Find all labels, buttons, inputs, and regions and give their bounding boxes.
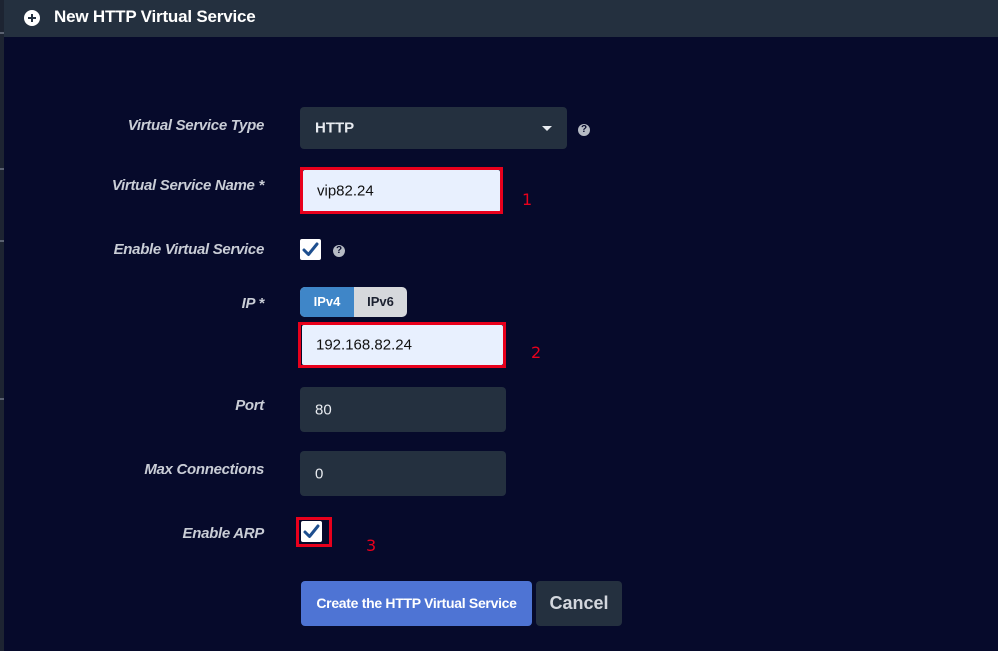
left-edge-strip [0,0,4,651]
create-http-virtual-service-button[interactable]: Create the HTTP Virtual Service [301,581,532,626]
enable-virtual-service-checkbox[interactable] [300,239,321,260]
virtual-service-type-label: Virtual Service Type [127,117,265,134]
virtual-service-name-label: Virtual Service Name * [111,177,264,194]
ipv4-option[interactable]: IPv4 [300,287,354,317]
annotation-number: 1 [522,190,533,209]
plus-circle-icon [24,10,40,26]
port-label: Port [235,397,264,414]
edge-mark [0,398,4,400]
max-connections-label: Max Connections [144,461,264,478]
ipv6-option[interactable]: IPv6 [354,287,407,317]
question-circle-icon[interactable]: ? [333,245,345,257]
dialog-title: New HTTP Virtual Service [54,7,256,26]
enable-virtual-service-label: Enable Virtual Service [113,241,265,258]
port-value: 80 [315,401,332,418]
highlight-box [300,167,503,214]
max-connections-value: 0 [315,465,324,482]
dialog-header: New HTTP Virtual Service [4,0,998,37]
port-input[interactable]: 80 [300,387,506,432]
chevron-down-icon [542,126,552,131]
virtual-service-type-select[interactable]: HTTP [300,107,567,149]
annotation-number: 2 [531,343,542,362]
checkmark-icon [302,242,319,256]
enable-arp-label: Enable ARP [182,525,265,542]
cancel-button[interactable]: Cancel [536,581,622,626]
virtual-service-type-value: HTTP [315,119,355,137]
annotation-number: 3 [366,536,377,555]
max-connections-input[interactable]: 0 [300,451,506,496]
ip-label: IP * [241,295,265,312]
highlight-box [298,322,506,368]
question-circle-icon[interactable]: ? [578,124,590,136]
edge-mark [0,240,4,242]
highlight-box [296,517,332,547]
edge-mark [0,168,4,170]
ip-version-toggle: IPv4 IPv6 [300,287,407,317]
